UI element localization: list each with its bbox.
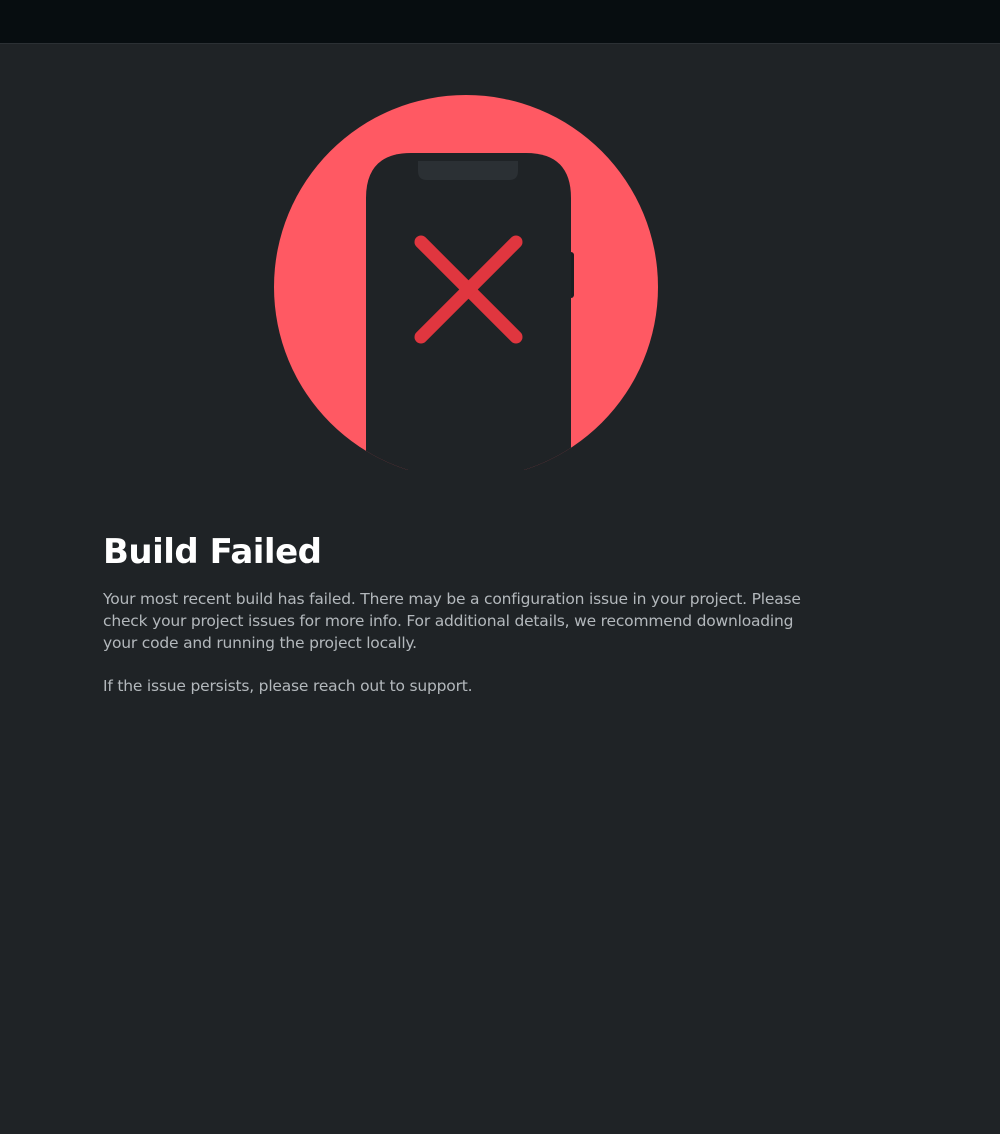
phone-body — [366, 153, 571, 470]
build-failed-content: Build Failed Your most recent build has … — [103, 530, 823, 697]
page-title: Build Failed — [103, 532, 322, 572]
phone-notch — [418, 161, 518, 180]
support-message: If the issue persists, please reach out … — [103, 677, 473, 695]
build-failed-illustration — [0, 0, 1000, 470]
phone-build-failed-icon — [274, 95, 658, 470]
failure-message: Your most recent build has failed. There… — [103, 590, 801, 652]
